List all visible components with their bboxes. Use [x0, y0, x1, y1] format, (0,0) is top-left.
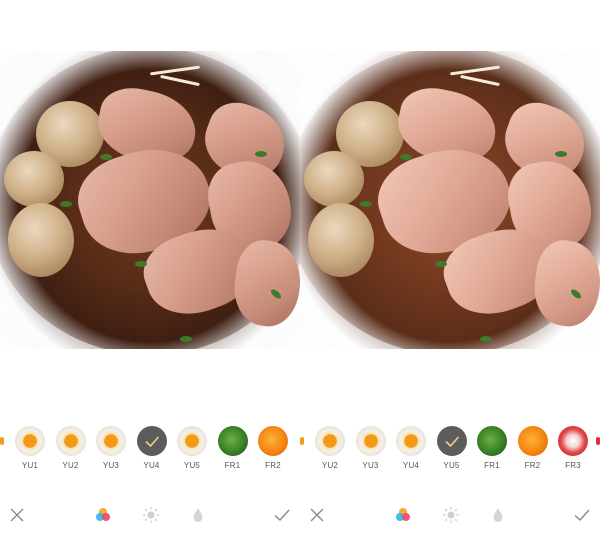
herb-leaf [180, 336, 192, 342]
meatball [8, 203, 74, 277]
herb-leaf [135, 261, 147, 267]
tint-tool-button[interactable] [188, 505, 208, 525]
herb-leaf [400, 154, 412, 160]
filter-label: YU1 [21, 461, 39, 470]
filter-item-yu3[interactable]: YU3 [351, 424, 391, 474]
herb-leaf [100, 154, 112, 160]
tint-tool-button[interactable] [488, 505, 508, 525]
editor-panel-left: YU1 YU2 YU3 YU4 YU5 FR1 FR2 [0, 0, 300, 533]
filter-thumbnail [517, 426, 548, 456]
filter-label: YU3 [102, 461, 120, 470]
filter-tool-button[interactable] [393, 505, 413, 525]
brightness-icon [443, 507, 459, 523]
filter-label: FR1 [484, 461, 500, 470]
filter-item-fr1[interactable]: FR1 [213, 424, 253, 474]
filter-thumbnail [477, 426, 507, 456]
meatball [304, 151, 364, 207]
filter-label: YU5 [443, 461, 460, 470]
editor-panel-right: YU2 YU3 YU4 YU5 FR1 FR2 FR3 [300, 0, 600, 533]
confirm-check-icon [274, 509, 290, 521]
scroll-edge-indicator [596, 437, 600, 445]
filter-strip[interactable]: YU1 YU2 YU3 YU4 YU5 FR1 FR2 [0, 424, 300, 474]
filter-label: FR1 [224, 461, 241, 470]
herb-leaf [555, 151, 567, 157]
filter-thumbnail [558, 426, 588, 456]
filter-item-fr2[interactable]: FR2 [513, 424, 553, 474]
filter-item-fr1[interactable]: FR1 [472, 424, 512, 474]
filter-item-fr3[interactable]: FR3 [553, 424, 593, 474]
brightness-icon [143, 507, 159, 523]
tint-icon [493, 508, 503, 522]
filter-thumbnail [55, 426, 86, 456]
herb-leaf [435, 261, 447, 267]
filter-item-yu2[interactable]: YU2 [310, 424, 350, 474]
filter-tool-button[interactable] [93, 505, 113, 525]
brightness-tool-button[interactable] [441, 505, 461, 525]
filter-item-yu5[interactable]: YU5 [172, 424, 212, 474]
filter-thumbnail [15, 426, 45, 456]
filter-thumbnail [396, 426, 426, 456]
close-icon [310, 508, 324, 522]
filter-thumbnail [136, 426, 167, 456]
filter-icon [96, 508, 110, 521]
close-button[interactable] [307, 505, 327, 525]
filter-thumbnail [217, 426, 248, 456]
confirm-check-icon [574, 509, 590, 521]
filter-label: FR3 [565, 461, 581, 470]
filter-label: YU3 [362, 461, 379, 470]
filter-thumbnail [355, 426, 386, 456]
meatball [308, 203, 374, 277]
filter-item-yu4[interactable]: YU4 [391, 424, 431, 474]
meatball [4, 151, 64, 207]
tint-icon [193, 508, 203, 522]
filter-strip[interactable]: YU2 YU3 YU4 YU5 FR1 FR2 FR3 [300, 424, 600, 474]
food-photo-filtered [300, 51, 600, 349]
filter-item-yu3[interactable]: YU3 [91, 424, 131, 474]
confirm-button[interactable] [272, 505, 292, 525]
filter-label: FR2 [524, 461, 541, 470]
filter-label: FR2 [265, 461, 281, 470]
filter-thumbnail [177, 426, 207, 456]
filter-label: YU2 [321, 461, 339, 470]
filter-label: YU4 [402, 461, 420, 470]
close-button[interactable] [7, 505, 27, 525]
bottom-toolbar [300, 500, 600, 530]
filter-item-yu2[interactable]: YU2 [51, 424, 91, 474]
herb-leaf [360, 201, 372, 207]
filter-item-yu1[interactable]: YU1 [10, 424, 50, 474]
selected-check-icon [444, 436, 459, 448]
herb-leaf [255, 151, 267, 157]
filter-icon [396, 508, 410, 521]
herb-leaf [480, 336, 492, 342]
food-photo-original [0, 51, 300, 349]
scroll-edge-indicator [300, 437, 304, 445]
filter-thumbnail [96, 426, 126, 456]
filter-label: YU5 [183, 461, 201, 470]
confirm-button[interactable] [572, 505, 592, 525]
bottom-toolbar [0, 500, 300, 530]
filter-item-fr2[interactable]: FR2 [253, 424, 293, 474]
scroll-edge-indicator [0, 437, 4, 445]
brightness-tool-button[interactable] [141, 505, 161, 525]
filter-thumbnail [436, 426, 467, 456]
selected-check-icon [144, 436, 159, 448]
herb-leaf [60, 201, 72, 207]
filter-thumbnail [315, 426, 345, 456]
close-icon [10, 508, 24, 522]
filter-item-yu4[interactable]: YU4 [132, 424, 172, 474]
filter-thumbnail [258, 426, 288, 456]
filter-label: YU4 [143, 461, 160, 470]
filter-label: YU2 [62, 461, 79, 470]
filter-item-yu5[interactable]: YU5 [432, 424, 472, 474]
